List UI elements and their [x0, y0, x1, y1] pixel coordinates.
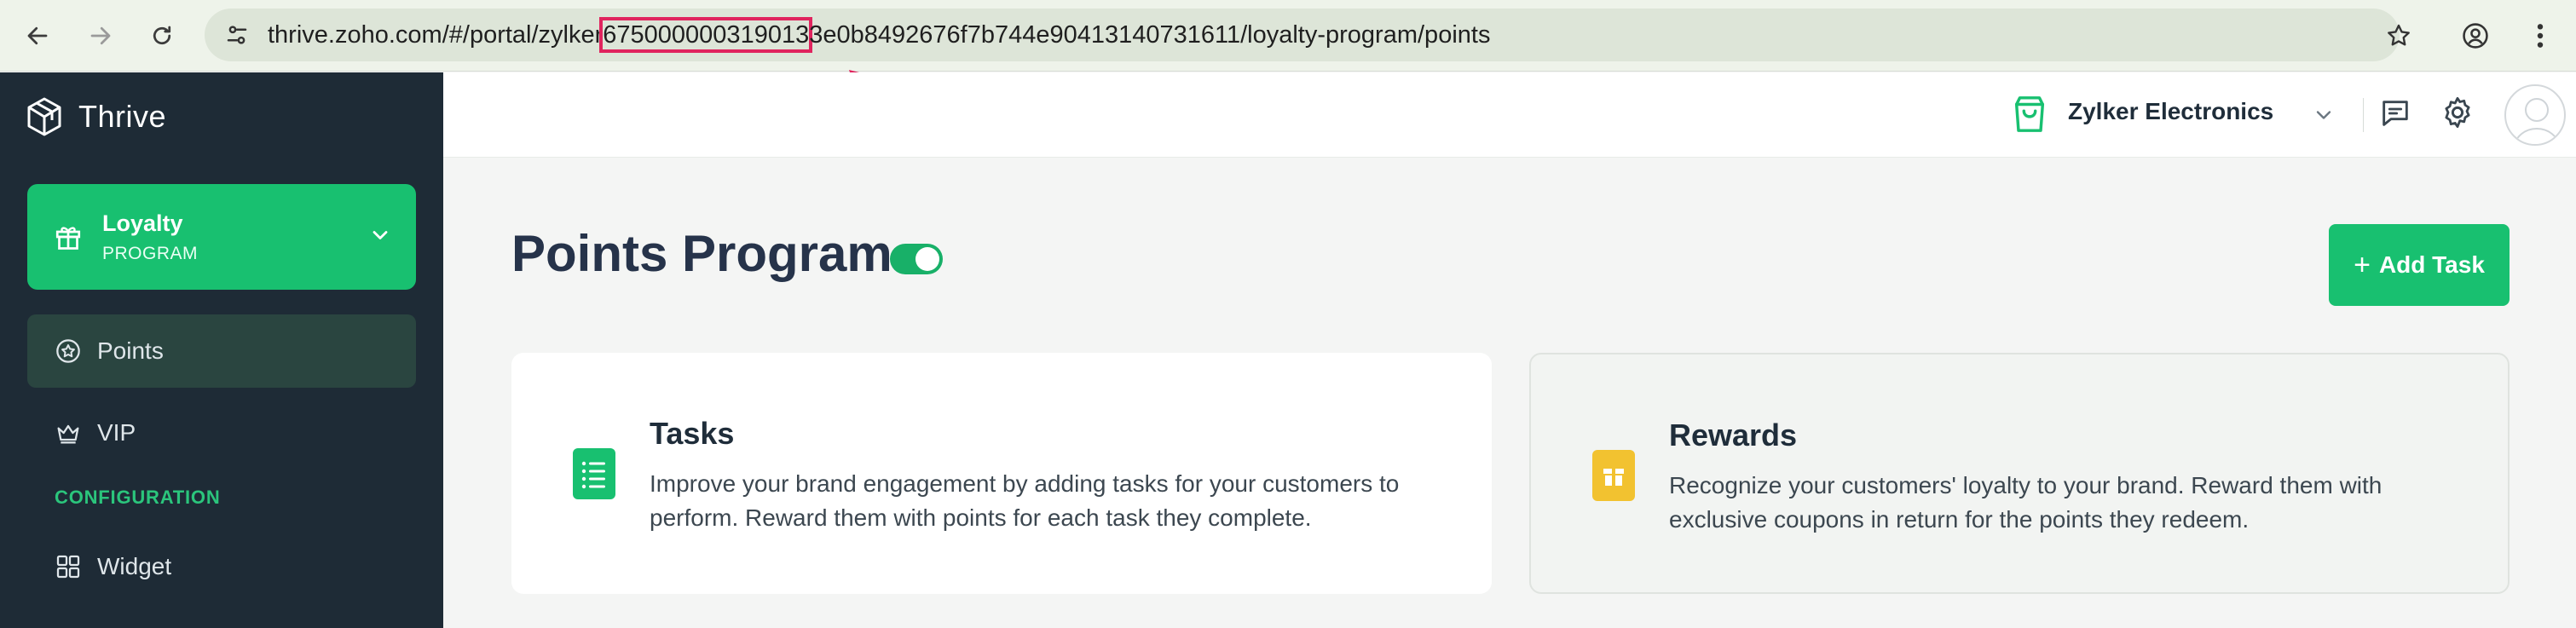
- program-toggle[interactable]: [890, 244, 943, 274]
- forward-button[interactable]: [78, 14, 123, 58]
- sidebar-item-points[interactable]: Points: [27, 314, 416, 388]
- store-selector[interactable]: Zylker Electronics: [2068, 98, 2273, 125]
- url-suffix: 3e0b8492676f7b744e90413140731611/loyalty…: [809, 21, 1491, 49]
- reload-button[interactable]: [140, 14, 184, 58]
- header-divider: [2363, 98, 2364, 132]
- task-list-icon: [573, 448, 615, 499]
- url-text[interactable]: thrive.zoho.com/#/portal/zylker675000000…: [268, 9, 1490, 61]
- gear-icon[interactable]: [2440, 95, 2475, 130]
- gift-outline-icon: [55, 227, 81, 250]
- card-title: Rewards: [1669, 418, 1798, 452]
- chevron-down-icon: [373, 231, 388, 239]
- plus-icon: +: [2354, 248, 2371, 281]
- address-bar[interactable]: thrive.zoho.com/#/portal/zylker675000000…: [205, 9, 2400, 61]
- arrow-right-icon: [90, 26, 111, 45]
- url-prefix: thrive.zoho.com/#/portal/zylker: [268, 21, 604, 49]
- account-circle-icon: [2463, 23, 2488, 49]
- tune-icon: [227, 26, 247, 44]
- sidebar-item-vip[interactable]: VIP: [27, 396, 416, 470]
- more-vert-icon: [2537, 24, 2544, 48]
- add-task-label: Add Task: [2378, 251, 2485, 278]
- loyalty-title: Loyalty: [102, 210, 183, 236]
- arrow-left-icon: [27, 26, 48, 45]
- bookmark-button[interactable]: [2378, 15, 2419, 56]
- sidebar-item-label: VIP: [97, 419, 136, 446]
- grid-icon: [56, 555, 80, 579]
- shopping-bag-icon: [2014, 96, 2045, 132]
- browser-menu-button[interactable]: [2523, 15, 2557, 56]
- chat-icon[interactable]: [2378, 96, 2412, 130]
- url-highlight-box: 675000000319013: [599, 17, 813, 53]
- rewards-card[interactable]: Rewards Recognize your customers' loyalt…: [1529, 353, 2510, 594]
- loyalty-program-menu[interactable]: Loyalty PROGRAM: [27, 184, 416, 290]
- add-task-button[interactable]: + Add Task: [2329, 224, 2510, 306]
- avatar[interactable]: [2504, 84, 2566, 146]
- star-icon: [2388, 24, 2410, 46]
- configuration-heading: CONFIGURATION: [55, 487, 221, 508]
- sidebar: Thrive Loyalty PROGRAM Points VIP CONFIG…: [0, 72, 443, 628]
- back-button[interactable]: [15, 14, 60, 58]
- app-header: Zylker Electronics: [443, 72, 2576, 158]
- reload-icon: [153, 26, 171, 45]
- site-info-button[interactable]: [220, 18, 254, 52]
- chevron-down-icon[interactable]: [2312, 103, 2336, 127]
- brand-logo[interactable]: Thrive: [26, 93, 166, 141]
- card-description: Recognize your customers' loyalty to you…: [1669, 472, 2383, 533]
- sidebar-item-label: Widget: [97, 553, 172, 579]
- page-title: Points Program: [511, 225, 892, 282]
- gift-icon: [1592, 450, 1635, 501]
- sidebar-item-widget[interactable]: Widget: [27, 530, 416, 603]
- tasks-card[interactable]: Tasks Improve your brand engagement by a…: [511, 353, 1492, 594]
- toggle-knob: [915, 247, 939, 271]
- browser-toolbar: thrive.zoho.com/#/portal/zylker675000000…: [0, 0, 2576, 72]
- crown-icon: [57, 424, 79, 444]
- brand-name: Thrive: [78, 99, 167, 134]
- card-description: Improve your brand engagement by adding …: [650, 470, 1400, 531]
- sidebar-item-label: Points: [97, 337, 164, 364]
- user-silhouette-icon: [2513, 98, 2561, 144]
- star-badge-icon: [56, 339, 80, 363]
- card-title: Tasks: [650, 416, 735, 451]
- loyalty-subtitle: PROGRAM: [102, 243, 199, 263]
- browser-profile-button[interactable]: [2455, 15, 2496, 56]
- thrive-logo-icon: [27, 97, 61, 136]
